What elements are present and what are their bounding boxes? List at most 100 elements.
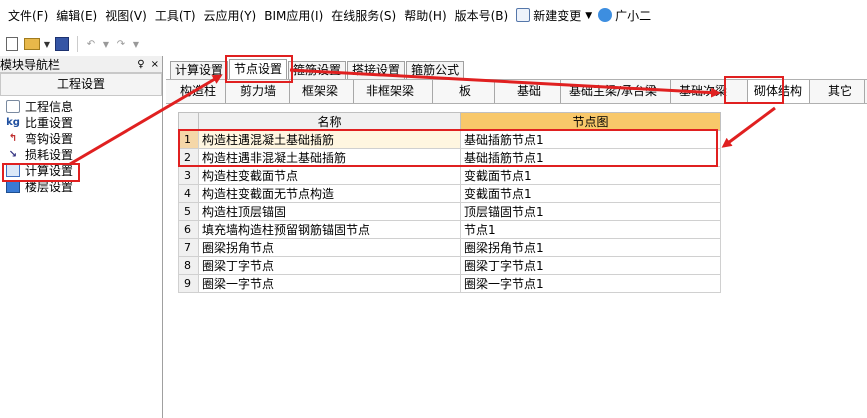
tab-node-settings[interactable]: 节点设置 bbox=[229, 59, 288, 79]
new-change-button[interactable]: 新建变更 bbox=[512, 0, 585, 32]
chevron-down-icon[interactable]: ▼ bbox=[585, 11, 592, 21]
pin-icon[interactable]: ♀ bbox=[137, 59, 144, 70]
row-number: 2 bbox=[178, 148, 199, 167]
floor-icon bbox=[6, 179, 20, 193]
table-header-row: 名称 节点图 bbox=[178, 112, 721, 131]
tree-item-label: 比重设置 bbox=[25, 115, 74, 130]
row-number: 4 bbox=[178, 184, 199, 203]
cell-node[interactable]: 变截面节点1 bbox=[460, 184, 721, 203]
tab-stirrup-formula[interactable]: 箍筋公式 bbox=[406, 61, 465, 79]
menu-bim[interactable]: BIM应用(I) bbox=[260, 0, 327, 32]
subtab-construct-column[interactable]: 构造柱 bbox=[166, 80, 226, 103]
nav-panel-header: 模块导航栏 ♀ × bbox=[0, 56, 162, 73]
cell-name: 填充墙构造柱预留钢筋锚固节点 bbox=[198, 220, 461, 239]
subtab-masonry-structure[interactable]: 砌体结构 bbox=[748, 80, 810, 103]
save-icon bbox=[55, 37, 69, 51]
cell-name: 圈梁拐角节点 bbox=[198, 238, 461, 257]
redo-button[interactable]: ↷ bbox=[112, 35, 130, 53]
table-row[interactable]: 6 填充墙构造柱预留钢筋锚固节点 节点1 bbox=[178, 220, 721, 239]
cell-node[interactable]: 顶层锚固节点1 bbox=[460, 202, 721, 221]
open-dropdown[interactable]: ▼ bbox=[43, 35, 51, 53]
menu-file[interactable]: 文件(F) bbox=[4, 0, 52, 32]
menu-bar: 文件(F) 编辑(E) 视图(V) 工具(T) 云应用(Y) BIM应用(I) … bbox=[0, 0, 867, 32]
nav-panel-title: 模块导航栏 bbox=[0, 57, 61, 72]
tree-item-label: 弯钩设置 bbox=[25, 131, 74, 146]
arrow-to-rows bbox=[721, 106, 776, 148]
menu-view[interactable]: 视图(V) bbox=[101, 0, 151, 32]
table-row[interactable]: 1 构造柱遇混凝土基础插筋 基础插筋节点1 bbox=[178, 130, 721, 149]
subtab-foundation-main-beam[interactable]: 基础主梁/承台梁 bbox=[561, 80, 671, 103]
row-number: 3 bbox=[178, 166, 199, 185]
tab-stirrup-settings[interactable]: 箍筋设置 bbox=[288, 61, 347, 79]
redo-dropdown[interactable]: ▼ bbox=[132, 35, 140, 53]
cell-node[interactable]: 圈梁一字节点1 bbox=[460, 274, 721, 293]
open-button[interactable] bbox=[23, 35, 41, 53]
tree-item-project-info[interactable]: 工程信息 bbox=[0, 98, 162, 114]
tree-item-hook[interactable]: ↰ 弯钩设置 bbox=[0, 130, 162, 146]
subtab-shear-wall[interactable]: 剪力墙 bbox=[226, 80, 290, 103]
table-row[interactable]: 4 构造柱变截面无节点构造 变截面节点1 bbox=[178, 184, 721, 203]
tree-item-calc[interactable]: 计算设置 bbox=[0, 162, 162, 178]
info-icon bbox=[6, 99, 20, 113]
toolbar: ▼ ↶ ▼ ↷ ▼ bbox=[0, 32, 867, 56]
menu-version[interactable]: 版本号(B) bbox=[451, 0, 513, 32]
close-icon[interactable]: × bbox=[151, 59, 159, 70]
cell-node[interactable]: 节点1 bbox=[460, 220, 721, 239]
table-row[interactable]: 9 圈梁一字节点 圈梁一字节点1 bbox=[178, 274, 721, 293]
module-navigation-panel: 模块导航栏 ♀ × 工程设置 工程信息 kg 比重设置 ↰ 弯钩设置 ↘ 损耗设置 计… bbox=[0, 56, 163, 418]
row-number: 8 bbox=[178, 256, 199, 275]
folder-icon bbox=[24, 38, 40, 50]
cell-name: 构造柱变截面无节点构造 bbox=[198, 184, 461, 203]
menu-edit[interactable]: 编辑(E) bbox=[52, 0, 101, 32]
tree-item-label: 损耗设置 bbox=[25, 147, 74, 162]
cell-node[interactable]: 基础插筋节点1 bbox=[460, 130, 721, 149]
table-row[interactable]: 8 圈梁丁字节点 圈梁丁字节点1 bbox=[178, 256, 721, 275]
cell-node[interactable]: 变截面节点1 bbox=[460, 166, 721, 185]
new-change-label: 新建变更 bbox=[533, 9, 582, 23]
calculator-icon bbox=[6, 163, 20, 177]
table-row[interactable]: 3 构造柱变截面节点 变截面节点1 bbox=[178, 166, 721, 185]
weight-icon: kg bbox=[6, 116, 20, 128]
cell-node[interactable]: 圈梁拐角节点1 bbox=[460, 238, 721, 257]
menu-help[interactable]: 帮助(H) bbox=[400, 0, 450, 32]
settings-tabs: 计算设置 节点设置 箍筋设置 搭接设置 箍筋公式 bbox=[170, 59, 465, 79]
subtab-non-frame-beam[interactable]: 非框架梁 bbox=[354, 80, 433, 103]
subtab-foundation[interactable]: 基础 bbox=[495, 80, 561, 103]
tab-calc-settings[interactable]: 计算设置 bbox=[170, 61, 229, 79]
column-header-name: 名称 bbox=[198, 112, 461, 131]
subtab-other[interactable]: 其它 bbox=[810, 80, 865, 103]
user-face-icon bbox=[598, 8, 613, 22]
tree-item-label: 计算设置 bbox=[25, 163, 74, 178]
subtab-frame-beam[interactable]: 框架梁 bbox=[290, 80, 354, 103]
user-button[interactable]: 广小二 bbox=[594, 0, 655, 32]
tab-lap-settings[interactable]: 搭接设置 bbox=[347, 61, 406, 79]
menu-tools[interactable]: 工具(T) bbox=[151, 0, 200, 32]
tree-item-loss[interactable]: ↘ 损耗设置 bbox=[0, 146, 162, 162]
subtab-foundation-secondary-beam[interactable]: 基础次梁 bbox=[671, 80, 748, 103]
new-file-button[interactable] bbox=[3, 35, 21, 53]
row-number: 6 bbox=[178, 220, 199, 239]
undo-button[interactable]: ↶ bbox=[82, 35, 100, 53]
project-settings-title[interactable]: 工程设置 bbox=[0, 73, 162, 96]
tree-item-weight[interactable]: kg 比重设置 bbox=[0, 114, 162, 130]
cell-name: 构造柱遇混凝土基础插筋 bbox=[198, 130, 461, 149]
nav-panel-controls: ♀ × bbox=[137, 59, 159, 70]
document-icon bbox=[516, 8, 531, 22]
cell-node[interactable]: 圈梁丁字节点1 bbox=[460, 256, 721, 275]
tree-item-floor[interactable]: 楼层设置 bbox=[0, 178, 162, 194]
user-name: 广小二 bbox=[615, 9, 652, 23]
table-row[interactable]: 7 圈梁拐角节点 圈梁拐角节点1 bbox=[178, 238, 721, 257]
menu-online-service[interactable]: 在线服务(S) bbox=[327, 0, 400, 32]
undo-dropdown[interactable]: ▼ bbox=[102, 35, 110, 53]
undo-icon: ↶ bbox=[86, 38, 96, 50]
save-button[interactable] bbox=[53, 35, 71, 53]
cell-node[interactable]: 基础插筋节点1 bbox=[460, 148, 721, 167]
loss-icon: ↘ bbox=[8, 148, 18, 160]
subtab-slab[interactable]: 板 bbox=[433, 80, 495, 103]
menu-cloud[interactable]: 云应用(Y) bbox=[200, 0, 261, 32]
table-row[interactable]: 2 构造柱遇非混凝土基础插筋 基础插筋节点1 bbox=[178, 148, 721, 167]
table-row[interactable]: 5 构造柱顶层锚固 顶层锚固节点1 bbox=[178, 202, 721, 221]
toolbar-divider bbox=[77, 36, 78, 52]
row-number: 1 bbox=[178, 130, 199, 149]
row-number: 7 bbox=[178, 238, 199, 257]
